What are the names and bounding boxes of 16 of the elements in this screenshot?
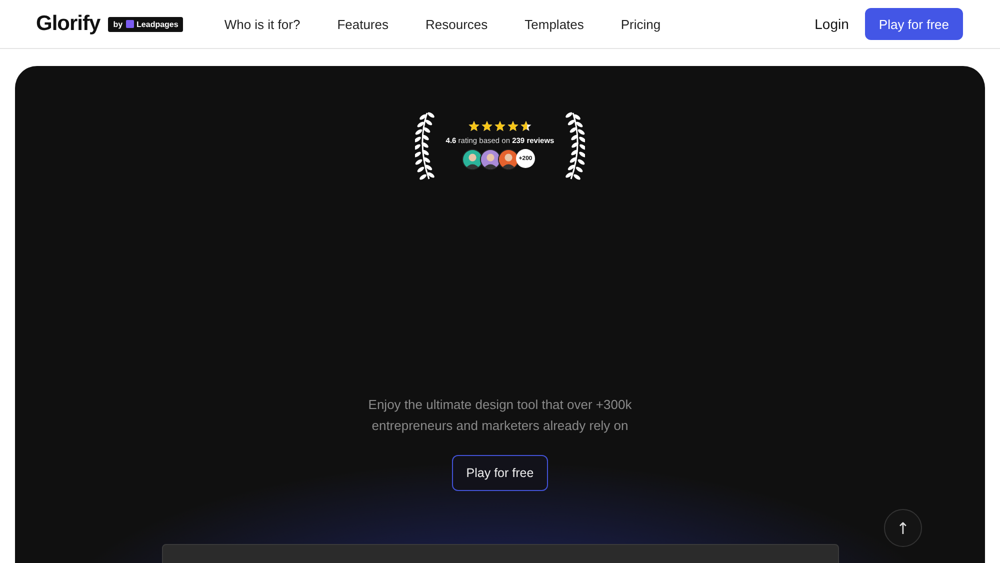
star-icon <box>468 120 480 132</box>
partner-badge: by Leadpages <box>108 16 184 32</box>
star-icon <box>481 120 493 132</box>
star-icon <box>507 120 519 132</box>
nav-link[interactable]: Templates <box>524 16 584 32</box>
nav-link[interactable]: Resources <box>426 16 488 32</box>
logo[interactable]: Glorify <box>36 12 100 36</box>
star-icon <box>520 120 532 132</box>
nav-link[interactable]: Who is it for? <box>224 16 300 32</box>
login-link[interactable]: Login <box>814 16 849 32</box>
tagline: Enjoy the ultimate design tool that over +300k entrepreneurs and marketers already rely on <box>367 396 633 435</box>
star-icon <box>494 120 506 132</box>
play-button[interactable]: Play for free <box>864 8 963 40</box>
nav-link[interactable]: Pricing <box>620 16 661 32</box>
play-button[interactable]: Play for free <box>452 455 548 491</box>
nav-link[interactable]: Features <box>337 16 388 32</box>
